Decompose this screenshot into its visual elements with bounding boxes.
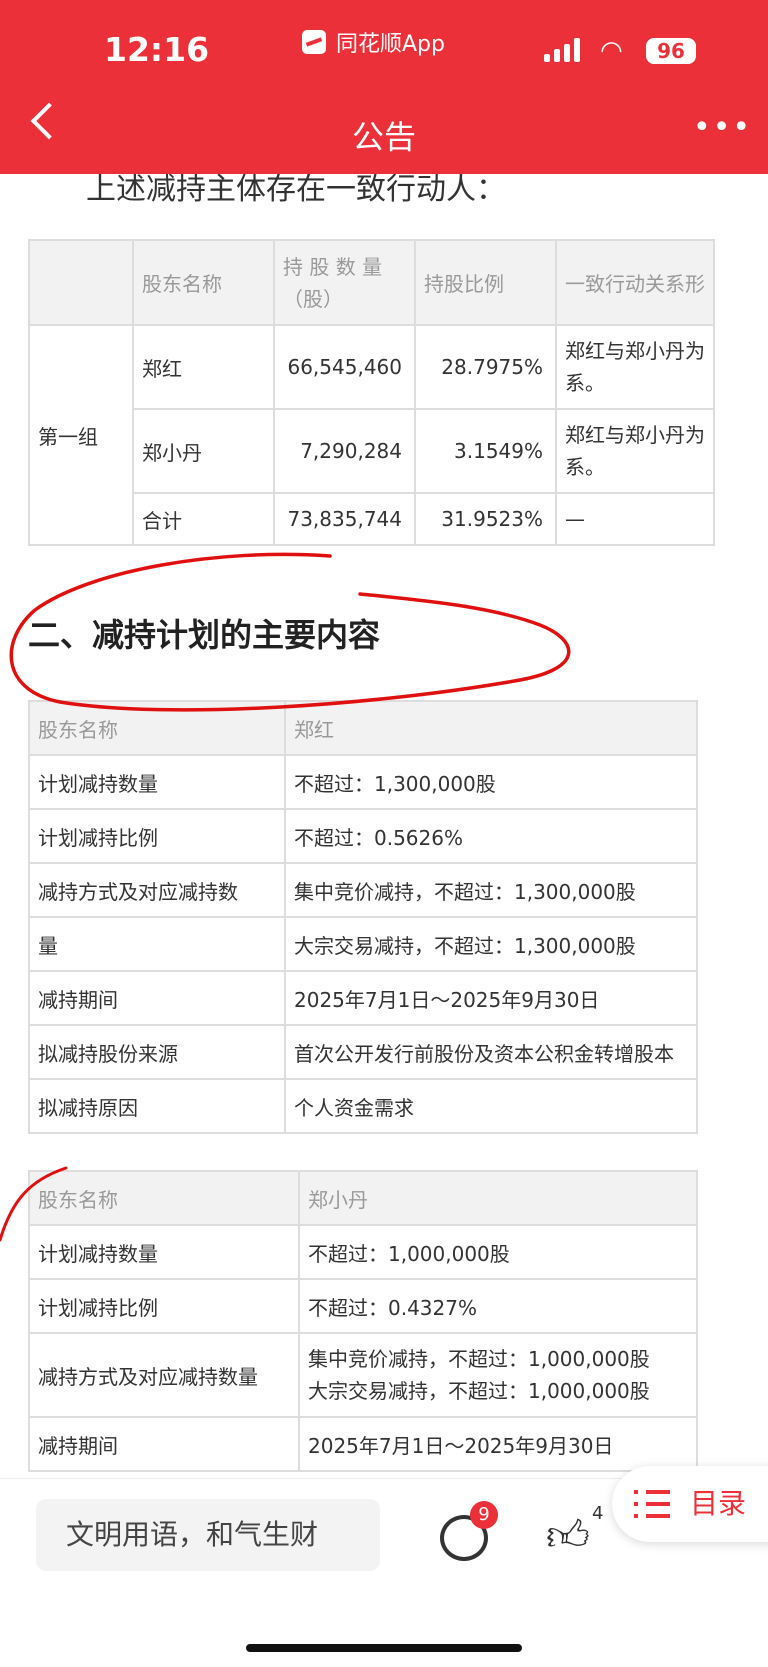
comment-count-badge: 9 <box>470 1501 498 1529</box>
group-label: 第一组 <box>28 324 134 546</box>
plan-label: 拟减持股份来源 <box>28 1024 286 1080</box>
table-row: 减持期间 2025年7月1日～2025年9月30日 <box>28 970 698 1026</box>
table-row: 减持方式及对应减持数 集中竞价减持，不超过：1,300,000股 <box>28 862 698 918</box>
plan-value: 2025年7月1日～2025年9月30日 <box>284 970 698 1026</box>
holder-shares: 73,835,744 <box>273 492 416 546</box>
app-logo-icon <box>302 30 326 54</box>
holder-name: 郑小丹 <box>132 408 275 494</box>
toc-label: 目录 <box>690 1487 747 1520</box>
holder-relation: 郑红与郑小丹为 系。 <box>555 324 715 410</box>
holder-ratio: 3.1549% <box>414 408 557 494</box>
app-indicator: 同花顺App <box>302 26 445 58</box>
plan-label: 拟减持原因 <box>28 1078 286 1134</box>
list-icon <box>634 1490 670 1518</box>
plan-value: 集中竞价减持，不超过：1,300,000股 <box>284 862 698 918</box>
app-header: 12:16 同花顺App ◠ 96 公告 ••• <box>0 0 768 174</box>
plan-label: 计划减持数量 <box>28 754 286 810</box>
wifi-icon: ◠ <box>600 36 623 66</box>
table-header-cell: 持 股 数 量 （股） <box>273 239 416 326</box>
plan-value: 不超过：0.5626% <box>284 808 698 864</box>
holder-relation: 郑红与郑小丹为 系。 <box>555 408 715 494</box>
article-content: 上述减持主体存在一致行动人： 股东名称 持 股 数 量 （股） 持股比例 一致行… <box>0 174 768 1478</box>
plan-label: 量 <box>28 916 286 972</box>
plan-label: 减持方式及对应减持数量 <box>28 1332 300 1418</box>
plan-table-zhenghong: 股东名称 郑红 计划减持数量 不超过：1,300,000股 计划减持比例 不超过：0… <box>28 700 698 1134</box>
plan-value: 不超过：1,000,000股 <box>298 1224 698 1280</box>
holder-relation: — <box>555 492 715 546</box>
plan-header-label: 股东名称 <box>28 1170 300 1226</box>
table-row: 量大宗交易减持，不超过：1,300,000股 <box>28 916 698 972</box>
plan-label: 减持期间 <box>28 970 286 1026</box>
thumbs-up-icon[interactable]: 👍︎ <box>546 1511 590 1562</box>
app-name: 同花顺App <box>336 32 445 57</box>
plan-value-line: 集中竞价减持，不超过：1,000,000股 <box>308 1347 650 1371</box>
section-title: 二、减持计划的主要内容 <box>28 616 381 654</box>
intro-text: 上述减持主体存在一致行动人： <box>86 174 506 207</box>
battery-indicator: 96 <box>646 38 696 64</box>
plan-value: 个人资金需求 <box>284 1078 698 1134</box>
plan-value-line: 大宗交易减持，不超过：1,000,000股 <box>308 1379 650 1403</box>
plan-value: 不超过：0.4327% <box>298 1278 698 1334</box>
plan-label: 计划减持数量 <box>28 1224 300 1280</box>
plan-value: 首次公开发行前股份及资本公积金转增股本 <box>284 1024 698 1080</box>
table-header-cell: 股东名称 <box>132 239 275 326</box>
holder-shares: 7,290,284 <box>273 408 416 494</box>
holder-name: 合计 <box>132 492 275 546</box>
plan-label: 计划减持比例 <box>28 1278 300 1334</box>
plan-value: 大宗交易减持，不超过：1,300,000股 <box>284 916 698 972</box>
like-count: 4 <box>592 1503 604 1524</box>
table-row: 计划减持数量 不超过：1,300,000股 <box>28 754 698 810</box>
table-header-cell: 一致行动关系形 <box>555 239 715 326</box>
plan-value: 不超过：1,300,000股 <box>284 754 698 810</box>
status-time: 12:16 <box>104 30 210 69</box>
table-row: 拟减持股份来源 首次公开发行前股份及资本公积金转增股本 <box>28 1024 698 1080</box>
plan-header-value: 郑小丹 <box>298 1170 698 1226</box>
cellular-signal-icon <box>544 36 580 62</box>
plan-header-label: 股东名称 <box>28 700 286 756</box>
plan-value: 集中竞价减持，不超过：1,000,000股 大宗交易减持，不超过：1,000,0… <box>298 1332 698 1418</box>
table-header-cell <box>28 239 134 326</box>
table-row: 第一组 郑红 66,545,460 28.7975% 郑红与郑小丹为 系。 <box>28 324 715 546</box>
holder-name: 郑红 <box>132 324 275 410</box>
table-row: 减持方式及对应减持数量 集中竞价减持，不超过：1,000,000股 大宗交易减持… <box>28 1332 698 1418</box>
table-row: 计划减持数量 不超过：1,000,000股 <box>28 1224 698 1280</box>
table-row: 计划减持比例 不超过：0.5626% <box>28 808 698 864</box>
page-title: 公告 <box>351 118 416 156</box>
holders-table: 股东名称 持 股 数 量 （股） 持股比例 一致行动关系形 第一组 郑红 66,… <box>28 239 715 546</box>
plan-label: 减持方式及对应减持数 <box>28 862 286 918</box>
plan-value: 2025年7月1日～2025年9月30日 <box>298 1416 698 1472</box>
more-icon[interactable]: ••• <box>693 113 752 143</box>
comment-input[interactable]: 文明用语，和气生财 <box>36 1499 380 1571</box>
plan-label: 减持期间 <box>28 1416 300 1472</box>
table-row: 计划减持比例 不超过：0.4327% <box>28 1278 698 1334</box>
holder-shares: 66,545,460 <box>273 324 416 410</box>
toc-button[interactable]: 目录 <box>612 1466 768 1542</box>
table-header-cell: 持股比例 <box>414 239 557 326</box>
table-row: 拟减持原因 个人资金需求 <box>28 1078 698 1134</box>
home-indicator <box>246 1644 522 1652</box>
table-row: 减持期间 2025年7月1日～2025年9月30日 <box>28 1416 698 1472</box>
plan-table-zhengxiaodan: 股东名称 郑小丹 计划减持数量 不超过：1,000,000股 计划减持比例 不超过：… <box>28 1170 698 1472</box>
holder-ratio: 28.7975% <box>414 324 557 410</box>
plan-label: 计划减持比例 <box>28 808 286 864</box>
holder-ratio: 31.9523% <box>414 492 557 546</box>
plan-header-value: 郑红 <box>284 700 698 756</box>
